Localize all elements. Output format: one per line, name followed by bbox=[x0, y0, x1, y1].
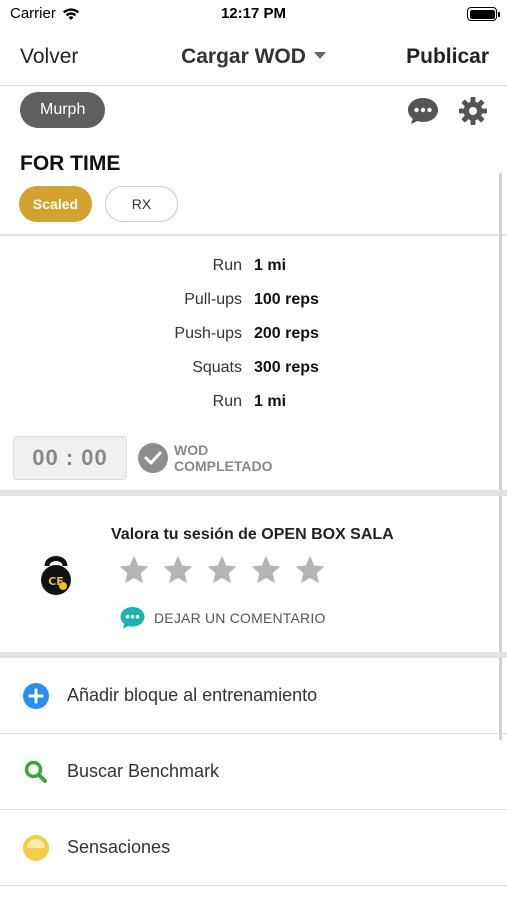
comment-bubble-icon bbox=[120, 607, 145, 629]
wod-name-pill[interactable]: Murph bbox=[20, 92, 106, 128]
wod-completed-label: WOD COMPLETADO bbox=[174, 442, 273, 474]
feelings-item[interactable]: Sensaciones bbox=[0, 810, 507, 886]
list-item: Pull-ups 100 reps bbox=[0, 291, 507, 315]
nav-bar: Volver Cargar WOD Publicar bbox=[0, 30, 507, 86]
exercise-quantity: 200 reps bbox=[254, 325, 319, 342]
leave-comment-label: DEJAR UN COMENTARIO bbox=[154, 610, 326, 626]
wod-header: Murph FOR TIME Scaled RX bbox=[0, 86, 507, 236]
exercise-name: Squats bbox=[192, 359, 242, 376]
search-benchmark-item[interactable]: Buscar Benchmark bbox=[0, 734, 507, 810]
leave-comment-button[interactable]: DEJAR UN COMENTARIO bbox=[119, 606, 326, 630]
exercise-quantity: 1 mi bbox=[254, 393, 287, 410]
status-bar: Carrier 12:17 PM bbox=[0, 0, 507, 30]
exercise-quantity: 300 reps bbox=[254, 359, 319, 376]
timer-input[interactable]: 00 : 00 bbox=[13, 436, 127, 480]
status-time: 12:17 PM bbox=[220, 5, 287, 22]
gear-icon[interactable] bbox=[458, 96, 488, 126]
star-icon[interactable] bbox=[206, 554, 238, 586]
star-rating[interactable] bbox=[118, 554, 326, 586]
list-item: Run 1 mi bbox=[0, 257, 507, 281]
star-icon[interactable] bbox=[118, 554, 150, 586]
exercise-name: Run bbox=[212, 257, 242, 274]
wod-type-heading: FOR TIME bbox=[20, 152, 121, 175]
rating-section: CF Valora tu sesión de OPEN BOX SALA DEJ… bbox=[0, 496, 507, 658]
page-title: Cargar WOD bbox=[181, 45, 306, 68]
exercise-quantity: 100 reps bbox=[254, 291, 319, 308]
menu-item-label: Sensaciones bbox=[67, 837, 171, 857]
list-item: Push-ups 200 reps bbox=[0, 325, 507, 349]
exercise-name: Push-ups bbox=[174, 325, 242, 342]
list-item: Squats 300 reps bbox=[0, 359, 507, 383]
exercise-list: Run 1 mi Pull-ups 100 reps Push-ups 200 … bbox=[0, 236, 507, 496]
plus-circle-icon bbox=[23, 683, 49, 709]
rating-title: Valora tu sesión de OPEN BOX SALA bbox=[111, 526, 394, 543]
battery-icon bbox=[467, 7, 500, 21]
exercise-name: Pull-ups bbox=[184, 291, 242, 308]
chat-icon[interactable] bbox=[406, 96, 440, 126]
kettlebell-logo-icon: CF bbox=[41, 556, 71, 595]
menu-item-label: Buscar Benchmark bbox=[67, 761, 220, 781]
wod-completed-toggle[interactable]: WOD COMPLETADO bbox=[138, 442, 273, 474]
mode-rx-toggle[interactable]: RX bbox=[105, 186, 178, 222]
menu-item-label: Añadir bloque al entrenamiento bbox=[67, 685, 318, 705]
star-icon[interactable] bbox=[162, 554, 194, 586]
exercise-quantity: 1 mi bbox=[254, 257, 287, 274]
add-block-item[interactable]: Añadir bloque al entrenamiento bbox=[0, 658, 507, 734]
publish-button[interactable]: Publicar bbox=[406, 45, 489, 69]
mood-icon bbox=[23, 835, 49, 861]
exercise-name: Run bbox=[212, 393, 242, 410]
star-icon[interactable] bbox=[250, 554, 282, 586]
star-icon[interactable] bbox=[294, 554, 326, 586]
chevron-down-icon bbox=[313, 51, 326, 59]
mode-scaled-toggle[interactable]: Scaled bbox=[19, 186, 92, 222]
search-icon bbox=[24, 760, 47, 783]
list-item: Run 1 mi bbox=[0, 393, 507, 417]
checkmark-icon bbox=[138, 443, 168, 473]
